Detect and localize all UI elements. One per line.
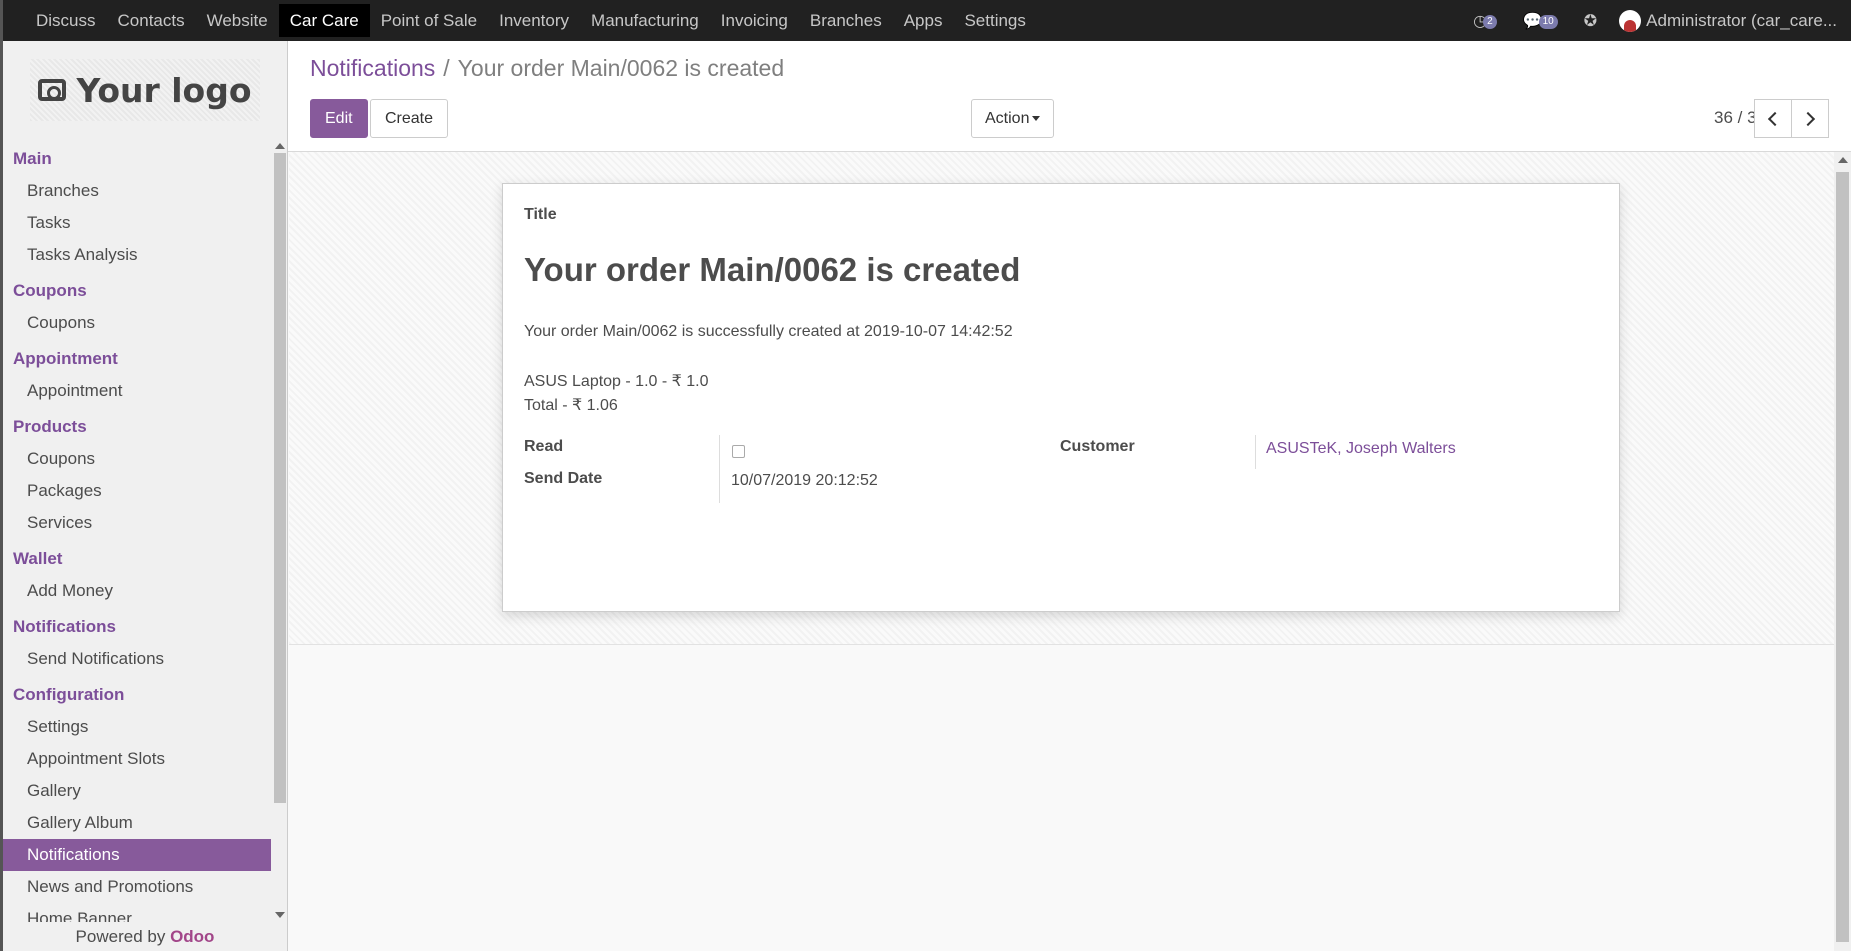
app-menu-discuss[interactable]: Discuss [25,4,107,37]
breadcrumb-separator: / [443,55,450,81]
sidebar-item-notifications[interactable]: Notifications [3,839,271,871]
body-line-3: Total - ₹ 1.06 [524,397,618,414]
sidebar-item-appointment-slots[interactable]: Appointment Slots [3,743,271,775]
sidebar-item-settings[interactable]: Settings [3,711,271,743]
sidebar-item-gallery[interactable]: Gallery [3,775,271,807]
debug-button[interactable]: ✪ [1584,11,1597,31]
scroll-up-arrow-icon[interactable] [275,143,285,149]
app-menu-inventory[interactable]: Inventory [488,4,580,37]
avatar [1619,9,1642,32]
user-name: Administrator (car_care... [1646,10,1837,30]
app-menu: Discuss Contacts Website Car Care Point of S… [3,0,1037,41]
sidebar-section-appointment[interactable]: Appointment [3,343,271,375]
field-separator [1255,435,1256,469]
form-sheet: Title Your order Main/0062 is created Yo… [502,183,1620,612]
sidebar-item-services[interactable]: Services [3,507,271,539]
scroll-down-arrow-icon[interactable] [275,912,285,918]
read-label: Read [524,438,564,455]
title-label: Title [524,206,557,223]
sidebar-item-home-banner[interactable]: Home Banner [3,903,271,922]
messages-badge: 10 [1538,14,1558,29]
breadcrumb: Notifications / Your order Main/0062 is … [310,55,784,82]
breadcrumb-notifications[interactable]: Notifications [310,55,435,82]
edit-button[interactable]: Edit [310,99,368,138]
sidebar-section-main[interactable]: Main [3,143,271,175]
sidebar: Your logo Main Branches Tasks Tasks Analysi… [0,41,288,951]
activities-button[interactable]: ◷ 2 [1473,11,1501,31]
camera-icon [38,79,67,101]
pager-next-button[interactable] [1791,99,1829,138]
sidebar-item-tasks[interactable]: Tasks [3,207,271,239]
app-menu-invoicing[interactable]: Invoicing [710,4,799,37]
sidebar-scrollbar[interactable] [271,139,287,922]
caret-down-icon [1032,116,1041,122]
bug-icon: ✪ [1583,12,1598,30]
sidebar-item-tasks-analysis[interactable]: Tasks Analysis [3,239,271,271]
powered-by: Powered by Odoo [3,923,287,951]
messages-button[interactable]: 💬 10 [1523,11,1562,31]
chevron-left-icon [1767,111,1783,126]
app-menu-branches[interactable]: Branches [799,4,893,37]
action-dropdown[interactable]: Action [971,99,1055,138]
main-scrollbar[interactable] [1834,152,1851,951]
activities-badge: 2 [1483,14,1497,29]
sidebar-item-coupons[interactable]: Coupons [3,443,271,475]
sidebar-section-coupons[interactable]: Coupons [3,275,271,307]
app-menu-contacts[interactable]: Contacts [107,4,196,37]
send-date-label: Send Date [524,470,603,487]
sidebar-scroll-thumb[interactable] [274,153,286,803]
scroll-up-arrow-icon[interactable] [1838,157,1848,163]
customer-link[interactable]: ASUSTeK, Joseph Walters [1266,440,1456,458]
user-menu[interactable]: Administrator (car_care... [1619,9,1851,32]
body-line-1: Your order Main/0062 is successfully cre… [524,323,1013,340]
sidebar-item-gallery-album[interactable]: Gallery Album [3,807,271,839]
odoo-link[interactable]: Odoo [170,927,214,946]
logo-text: Your logo [76,70,252,110]
body-line-2: ASUS Laptop - 1.0 - ₹ 1.0 [524,373,709,390]
sidebar-item-branches[interactable]: Branches [3,175,271,207]
sidebar-item-appointment[interactable]: Appointment [3,375,271,407]
powered-by-text: Powered by [75,927,166,946]
sidebar-item-add-money[interactable]: Add Money [3,575,271,607]
pager-previous-button[interactable] [1754,99,1792,138]
sidebar-section-notifications[interactable]: Notifications [3,611,271,643]
sidebar-item-packages[interactable]: Packages [3,475,271,507]
logo-placeholder: Your logo [30,59,260,121]
app-menu-manufacturing[interactable]: Manufacturing [580,4,710,37]
company-logo[interactable]: Your logo [3,41,287,139]
send-date-value: 10/07/2019 20:12:52 [731,472,878,489]
read-checkbox[interactable] [732,445,745,458]
sidebar-section-products[interactable]: Products [3,411,271,443]
sidebar-item-news-and-promotions[interactable]: News and Promotions [3,871,271,903]
sidebar-section-configuration[interactable]: Configuration [3,679,271,711]
sidebar-section-wallet[interactable]: Wallet [3,543,271,575]
app-menu-car-care[interactable]: Car Care [278,4,370,37]
chevron-right-icon [1800,111,1816,126]
field-separator [719,435,720,503]
main-scroll-thumb[interactable] [1836,172,1849,942]
systray: ◷ 2 💬 10 ✪ Administrator (car_care... [1473,0,1851,41]
sidebar-menu: Main Branches Tasks Tasks Analysis Coupons Co… [3,139,271,922]
customer-label: Customer [1060,438,1135,455]
app-menu-website[interactable]: Website [196,4,279,37]
breadcrumb-current: Your order Main/0062 is created [457,55,785,81]
sidebar-item-send-notifications[interactable]: Send Notifications [3,643,271,675]
app-menu-apps[interactable]: Apps [893,4,954,37]
app-menu-point-of-sale[interactable]: Point of Sale [370,4,488,37]
action-label: Action [985,110,1030,127]
create-button[interactable]: Create [370,99,449,138]
title-value: Your order Main/0062 is created [524,251,1021,288]
top-navbar: Discuss Contacts Website Car Care Point of S… [0,0,1851,41]
control-panel: Notifications / Your order Main/0062 is … [288,41,1851,152]
app-menu-settings[interactable]: Settings [953,4,1036,37]
sidebar-item-coupons[interactable]: Coupons [3,307,271,339]
